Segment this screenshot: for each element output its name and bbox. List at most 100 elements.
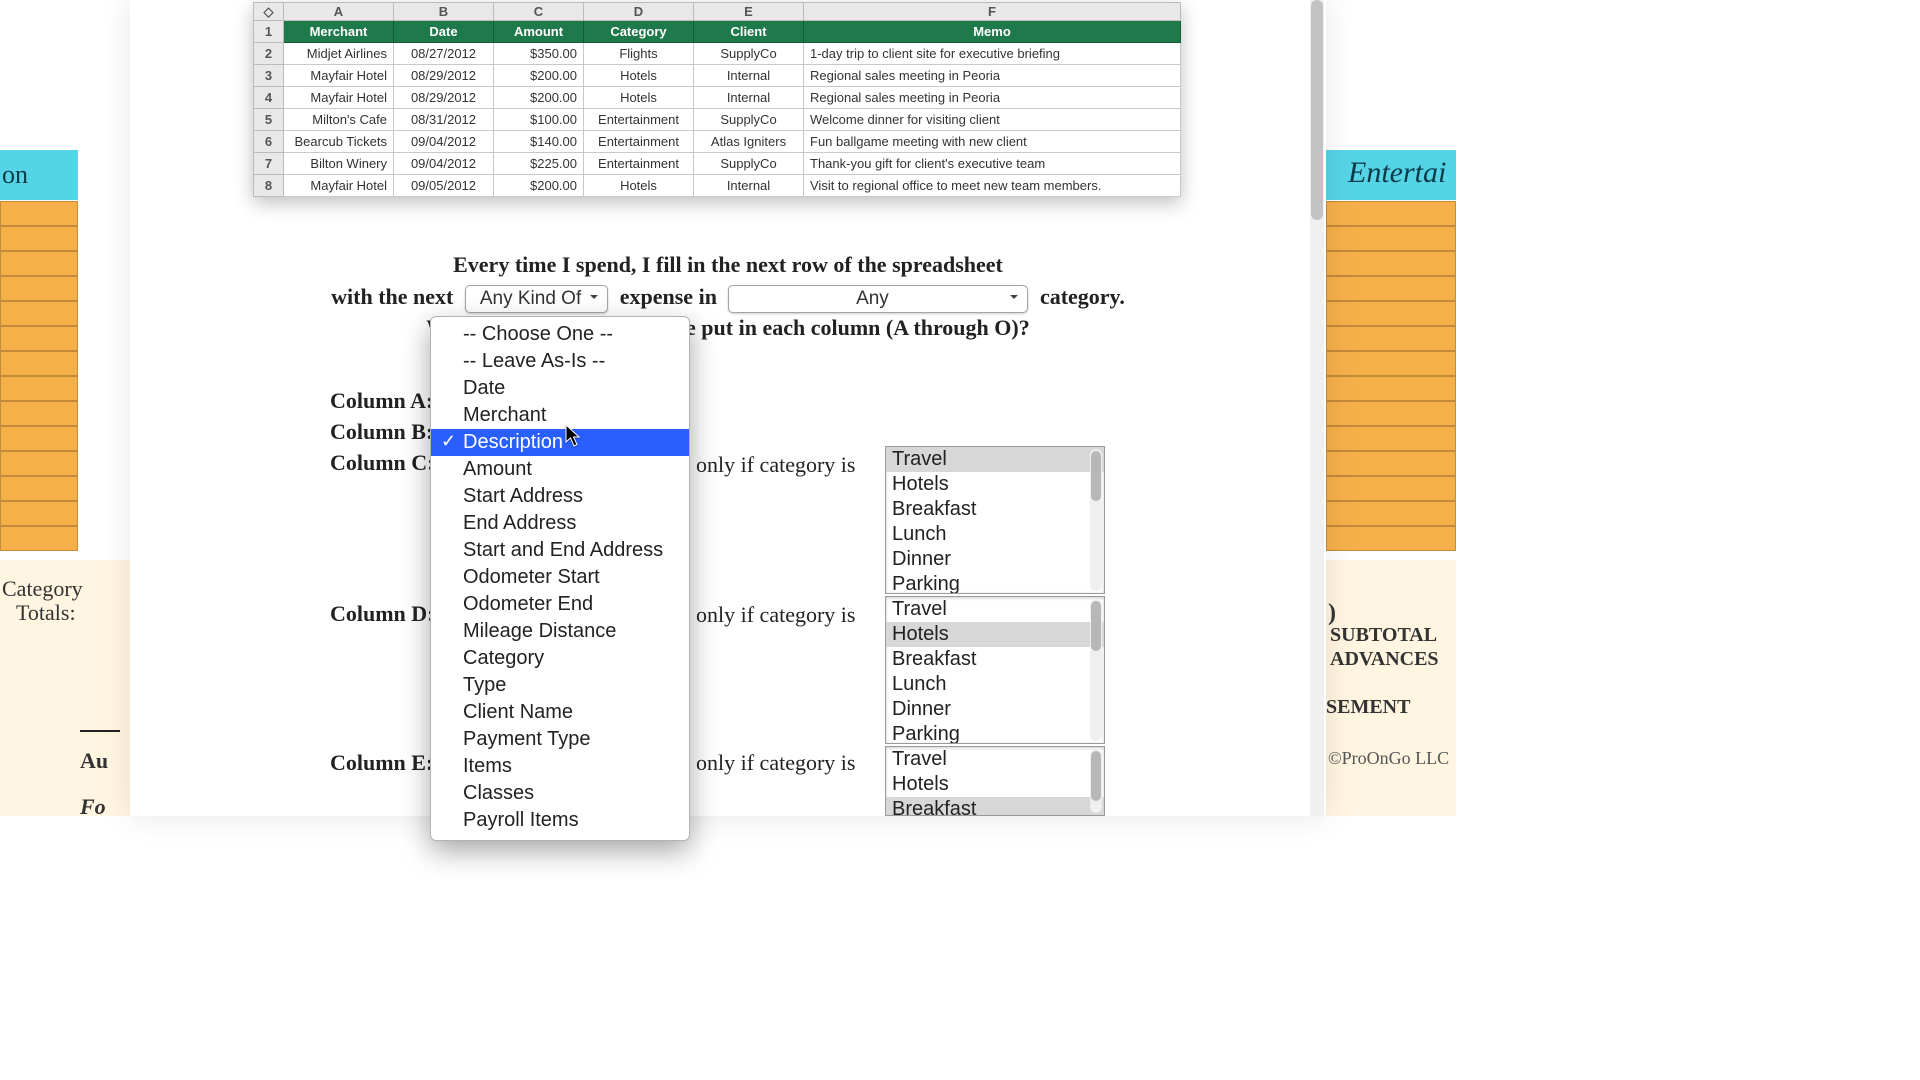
ss-cell: Hotels: [584, 175, 694, 197]
dropdown-option[interactable]: Payment Type: [431, 726, 689, 753]
ss-cell: 08/31/2012: [394, 109, 494, 131]
card-scrollbar[interactable]: [1310, 0, 1324, 816]
ss-cell: Entertainment: [584, 131, 694, 153]
listbox-option[interactable]: Parking: [886, 572, 1104, 594]
listbox-option[interactable]: Dinner: [886, 697, 1104, 722]
listbox-option[interactable]: Hotels: [886, 472, 1104, 497]
ss-cell: Regional sales meeting in Peoria: [804, 65, 1181, 87]
only-if-3: only if category is: [696, 750, 855, 776]
ss-cell: Internal: [694, 175, 804, 197]
ss-cell: 1-day trip to client site for executive …: [804, 43, 1181, 65]
only-if-2: only if category is: [696, 602, 855, 628]
dropdown-option[interactable]: Classes: [431, 780, 689, 807]
column-field-dropdown[interactable]: -- Choose One ---- Leave As-Is --DateMer…: [430, 316, 690, 841]
bg-au: Au: [80, 748, 108, 774]
ss-row-4: 4: [254, 87, 284, 109]
listbox-option[interactable]: Parking: [886, 722, 1104, 744]
ss-cell: Milton's Cafe: [284, 109, 394, 131]
select-expense-category[interactable]: Any: [728, 285, 1028, 313]
ss-cell: SupplyCo: [694, 153, 804, 175]
bg-subtotal: SUBTOTAL: [1330, 624, 1437, 647]
ss-cell: Atlas Igniters: [694, 131, 804, 153]
bg-left-cyan-text: on: [2, 160, 28, 190]
dropdown-option[interactable]: -- Choose One --: [431, 321, 689, 348]
ss-corner: ◇: [254, 3, 284, 21]
ss-cell: SupplyCo: [694, 109, 804, 131]
ss-cell: 08/27/2012: [394, 43, 494, 65]
config-copy: Every time I spend, I fill in the next r…: [130, 250, 1326, 341]
dropdown-option[interactable]: Type: [431, 672, 689, 699]
listbox-option[interactable]: Travel: [886, 447, 1104, 472]
dropdown-option[interactable]: Start Address: [431, 483, 689, 510]
ss-cell: Entertainment: [584, 109, 694, 131]
question: What information should we put in each c…: [130, 315, 1326, 341]
dropdown-option[interactable]: Items: [431, 753, 689, 780]
ss-cell: Bilton Winery: [284, 153, 394, 175]
listbox-col-c-categories[interactable]: TravelHotelsBreakfastLunchDinnerParking: [885, 446, 1105, 594]
ss-cell: Regional sales meeting in Peoria: [804, 87, 1181, 109]
dropdown-option[interactable]: Mileage Distance: [431, 618, 689, 645]
ss-cell: $140.00: [494, 131, 584, 153]
dropdown-option[interactable]: Odometer End: [431, 591, 689, 618]
listbox-col-d-categories[interactable]: TravelHotelsBreakfastLunchDinnerParking: [885, 596, 1105, 744]
bg-advances: ADVANCES: [1330, 648, 1439, 671]
ss-cell: Mayfair Hotel: [284, 87, 394, 109]
ss-cell: $100.00: [494, 109, 584, 131]
ss-cell: $350.00: [494, 43, 584, 65]
ss-cell: Internal: [694, 87, 804, 109]
listbox-option[interactable]: Dinner: [886, 547, 1104, 572]
listbox-option[interactable]: Breakfast: [886, 647, 1104, 672]
dropdown-option[interactable]: End Address: [431, 510, 689, 537]
ss-h-category: Category: [584, 21, 694, 43]
ss-cell: Hotels: [584, 87, 694, 109]
listbox-option[interactable]: Breakfast: [886, 497, 1104, 522]
dropdown-option[interactable]: Merchant: [431, 402, 689, 429]
scrollbar[interactable]: [1090, 749, 1102, 813]
listbox-option[interactable]: Hotels: [886, 622, 1104, 647]
dropdown-option[interactable]: Client Name: [431, 699, 689, 726]
ss-col-A: A: [284, 3, 394, 21]
ss-cell: Visit to regional office to meet new tea…: [804, 175, 1181, 197]
dropdown-option[interactable]: Amount: [431, 456, 689, 483]
ss-cell: Hotels: [584, 65, 694, 87]
listbox-option[interactable]: Travel: [886, 747, 1104, 772]
dropdown-option[interactable]: ✓Description: [431, 429, 689, 456]
config-card: ◇ A B C D E F 1 Merchant Date Amount Cat…: [130, 0, 1326, 816]
listbox-option[interactable]: Lunch: [886, 672, 1104, 697]
sample-spreadsheet: ◇ A B C D E F 1 Merchant Date Amount Cat…: [253, 2, 1181, 197]
dropdown-option[interactable]: Category: [431, 645, 689, 672]
label-col-d: Column D:: [330, 601, 435, 632]
bg-copyright: ©ProOnGo LLC: [1328, 748, 1449, 769]
ss-row-5: 5: [254, 109, 284, 131]
ss-cell: $200.00: [494, 175, 584, 197]
label-col-a: Column A:: [330, 388, 435, 419]
column-labels: Column A: Column B: Column C: Column D: …: [330, 388, 435, 781]
label-col-e: Column E:: [330, 750, 435, 781]
background-right: Entertai ) SUBTOTAL ADVANCES SEMENT ©Pro…: [1326, 0, 1456, 816]
ss-cell: Welcome dinner for visiting client: [804, 109, 1181, 131]
line2-post: category.: [1040, 284, 1125, 309]
dropdown-option[interactable]: Date: [431, 375, 689, 402]
dropdown-option[interactable]: -- Leave As-Is --: [431, 348, 689, 375]
listbox-option[interactable]: Lunch: [886, 522, 1104, 547]
ss-cell: $200.00: [494, 65, 584, 87]
dropdown-option[interactable]: Odometer Start: [431, 564, 689, 591]
select-expense-kind[interactable]: Any Kind Of: [465, 285, 608, 313]
scrollbar[interactable]: [1090, 599, 1102, 741]
ss-row-7: 7: [254, 153, 284, 175]
listbox-option[interactable]: Travel: [886, 597, 1104, 622]
ss-col-F: F: [804, 3, 1181, 21]
ss-cell: Midjet Airlines: [284, 43, 394, 65]
listbox-col-e-categories[interactable]: TravelHotelsBreakfastLunchDinnerParking: [885, 746, 1105, 816]
ss-row-1: 1: [254, 21, 284, 43]
listbox-option[interactable]: Breakfast: [886, 797, 1104, 816]
ss-cell: 09/05/2012: [394, 175, 494, 197]
dropdown-option[interactable]: Payroll Items: [431, 807, 689, 834]
listbox-option[interactable]: Hotels: [886, 772, 1104, 797]
label-col-b: Column B:: [330, 419, 435, 450]
bg-sement: SEMENT: [1326, 696, 1410, 719]
bg-right-header: Entertai: [1348, 156, 1446, 190]
scrollbar[interactable]: [1090, 449, 1102, 591]
dropdown-option[interactable]: Start and End Address: [431, 537, 689, 564]
ss-row-6: 6: [254, 131, 284, 153]
